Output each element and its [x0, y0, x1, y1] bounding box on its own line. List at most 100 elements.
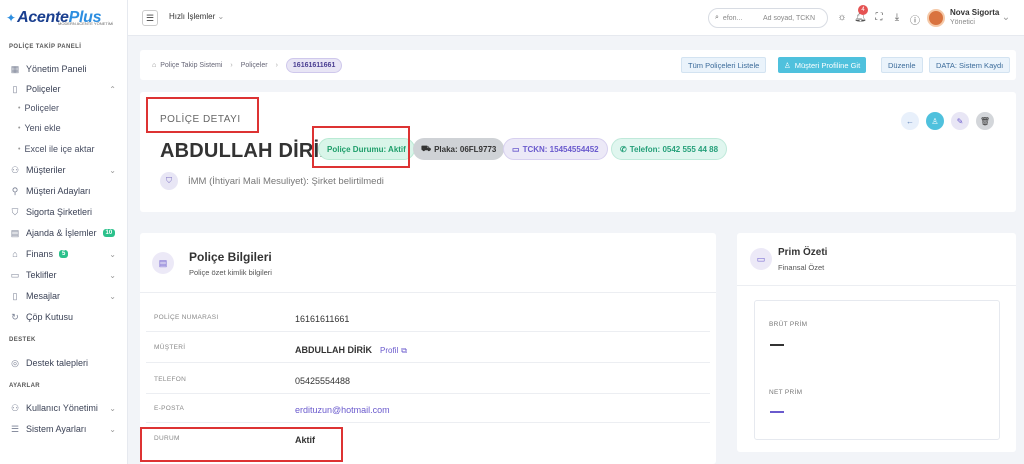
sidebar-subitem-new[interactable]: Yeni ekle [0, 119, 128, 137]
sliders-icon: ☰ [10, 423, 20, 434]
search-icon: ⌕ [715, 14, 719, 21]
profile-link[interactable]: Profil [380, 346, 398, 355]
divider [146, 393, 710, 394]
list-all-policies-button[interactable]: Tüm Poliçeleri Listele [681, 57, 767, 73]
chevron-right-icon: › [230, 61, 233, 69]
phone-icon: ✆ [620, 144, 627, 154]
chevron-down-icon: ⌄ [109, 249, 116, 259]
user-plus-icon: ⚲ [11, 185, 19, 196]
phone-icon: ▯ [12, 290, 18, 301]
sidebar-item-dashboard[interactable]: ▦ Yönetim Paneli [0, 60, 128, 78]
cash-icon: ▭ [750, 248, 772, 270]
tckn-chip: ▭ TCKN: 15454554452 [503, 138, 608, 160]
download-icon[interactable]: ⤓ [891, 12, 903, 23]
user-name[interactable]: Nova Sigorta [950, 8, 999, 17]
customer-profile-button[interactable]: ♙ Müşteri Profiline Git [778, 57, 867, 73]
shield-icon: ⛉ [160, 172, 178, 190]
sidebar-item-leads[interactable]: ⚲ Müşteri Adayları [0, 182, 128, 200]
phone-chip: ✆ Telefon: 0542 555 44 88 [611, 138, 728, 160]
customer-name: ABDULLAH DİRİK [160, 140, 334, 162]
finance-badge: 5 [59, 250, 69, 258]
headset-icon: ◎ [11, 357, 19, 368]
chevron-right-icon: › [275, 61, 278, 69]
section-support: DESTEK [9, 337, 36, 343]
sidebar-item-system[interactable]: ☰ Sistem Ayarları ⌄ [0, 420, 128, 438]
sidebar-subitem-excel[interactable]: Excel ile içe aktar [0, 140, 128, 158]
search-input[interactable]: ⌕ efon... Ad soyad, TCKN [708, 8, 828, 28]
email-value[interactable]: erdituzun@hotmail.com [295, 405, 390, 415]
policy-info-title: Poliçe Bilgileri [189, 250, 272, 264]
sidebar: ✦ AcentePlus MODERN ACENTE YÖNETİMİ POLİ… [0, 0, 128, 464]
chevron-down-icon: ⌄ [109, 270, 116, 280]
prim-summary-title: Prim Özeti [778, 247, 828, 258]
document-icon: ▤ [152, 252, 174, 274]
edit-icon[interactable]: ✎ [951, 112, 969, 130]
id-card-icon: ▭ [512, 144, 520, 154]
menu-toggle-button[interactable]: ☰ [142, 10, 158, 26]
help-icon[interactable]: ⓘ [909, 12, 921, 27]
chevron-down-icon: ⌄ [109, 165, 116, 175]
user-icon: ♙ [784, 60, 791, 70]
sidebar-item-users[interactable]: ⚇ Kullanıcı Yönetimi ⌄ [0, 399, 128, 417]
highlight-box [312, 126, 410, 168]
chevron-down-icon[interactable]: ⌄ [1000, 12, 1012, 23]
divider [140, 292, 716, 293]
customer-value: ABDULLAH DİRİK Profil ⧉ [295, 345, 407, 355]
sidebar-item-support[interactable]: ◎ Destek talepleri [0, 354, 128, 372]
breadcrumb-policies[interactable]: Poliçeler [241, 62, 268, 69]
external-link-icon[interactable]: ⧉ [401, 346, 407, 355]
file-icon: ▭ [10, 269, 20, 280]
sidebar-item-finance[interactable]: ⌂ Finans 5 ⌄ [0, 245, 128, 263]
sidebar-item-trash[interactable]: ↻ Çöp Kutusu [0, 308, 128, 326]
avatar[interactable] [927, 9, 945, 27]
logo[interactable]: ✦ AcentePlus [6, 6, 102, 30]
divider [737, 285, 1016, 286]
home-icon: ⌂ [152, 61, 157, 69]
gross-prim-label: BRÜT PRİM [769, 321, 808, 328]
user-icon[interactable]: ♙ [926, 112, 944, 130]
sidebar-item-insurers[interactable]: ⛉ Sigorta Şirketleri [0, 203, 128, 221]
breadcrumb-home[interactable]: Poliçe Takip Sistemi [160, 62, 222, 69]
net-prim-label: NET PRİM [769, 389, 803, 396]
quick-actions-dropdown[interactable]: Hızlı İşlemler ⌄ [169, 12, 224, 21]
sidebar-item-policies[interactable]: ▯ Poliçeler ⌃ [0, 80, 128, 98]
edit-button[interactable]: Düzenle [881, 57, 923, 73]
car-icon: ⛟ [421, 144, 432, 153]
policy-number-label: POLİÇE NUMARASI [154, 314, 219, 321]
hamburger-icon: ☰ [145, 12, 155, 23]
sidebar-item-quotes[interactable]: ▭ Teklifler ⌄ [0, 266, 128, 284]
chevron-up-icon: ⌃ [109, 84, 116, 94]
imm-info: ⛉ İMM (İhtiyari Mali Mesuliyet): Şirket b… [160, 172, 384, 190]
divider [146, 331, 710, 332]
sidebar-item-messages[interactable]: ▯ Mesajlar ⌄ [0, 287, 128, 305]
sidebar-item-agenda[interactable]: ▤ Ajanda & İşlemler 10 [0, 224, 128, 242]
sidebar-item-customers[interactable]: ⚇ Müşteriler ⌄ [0, 161, 128, 179]
divider [146, 362, 710, 363]
shield-icon: ⛉ [11, 206, 19, 217]
breadcrumb-current: 16161611661 [285, 57, 343, 73]
email-label: E-POSTA [154, 405, 185, 412]
theme-icon[interactable]: ☼ [836, 12, 848, 23]
fullscreen-icon[interactable]: ⛶ [873, 12, 885, 23]
plate-chip: ⛟ Plaka: 06FL9773 [413, 138, 505, 160]
document-icon: ▯ [12, 83, 18, 94]
users-icon: ⚇ [10, 164, 20, 175]
logo-subtitle: MODERN ACENTE YÖNETİMİ [58, 21, 114, 26]
customer-label: MÜŞTERİ [154, 344, 186, 351]
data-source-button[interactable]: DATA: Sistem Kaydı [929, 57, 1011, 73]
user-role: Yönetici [950, 19, 975, 26]
topbar: ☰ Hızlı İşlemler ⌄ ⌕ efon... Ad soyad, T… [128, 0, 1024, 36]
divider [146, 422, 710, 423]
calendar-icon: ▤ [10, 227, 20, 238]
chevron-down-icon: ⌄ [109, 291, 116, 301]
phone-label: TELEFON [154, 376, 187, 383]
grid-icon: ▦ [10, 63, 20, 74]
notification-badge: 4 [858, 5, 868, 15]
chevron-down-icon: ⌄ [109, 403, 116, 413]
highlight-box [140, 427, 343, 462]
trash-icon[interactable]: 🗑︎ [976, 112, 994, 130]
prim-summary-subtitle: Finansal Özet [778, 263, 825, 272]
sidebar-subitem-policies[interactable]: Poliçeler [0, 99, 128, 117]
back-icon[interactable]: ← [901, 112, 919, 130]
refresh-icon: ↻ [11, 311, 19, 322]
